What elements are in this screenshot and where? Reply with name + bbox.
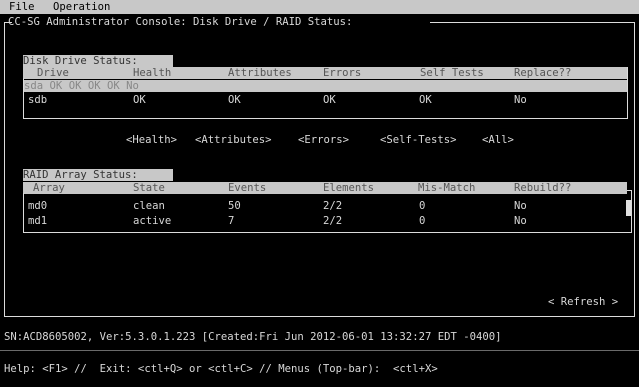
attributes-button[interactable]: <Attributes> (195, 134, 272, 146)
raid-cell-array: md1 (28, 215, 48, 227)
raid-col-rebuild: Rebuild?? (514, 182, 572, 194)
raid-cell-events: 7 (228, 215, 235, 227)
raid-cell-array: md0 (28, 200, 48, 212)
errors-button[interactable]: <Errors> (298, 134, 349, 146)
raid-scrollbar-thumb[interactable] (626, 200, 631, 216)
disk-cell-health: OK (49, 80, 63, 92)
raid-col-elements: Elements (323, 182, 375, 194)
disk-cell-attributes: OK (228, 94, 241, 106)
health-button[interactable]: <Health> (126, 134, 177, 146)
raid-section-title: RAID Array Status: (23, 169, 173, 181)
disk-row-sda[interactable]: sda OK OK OK OK No (24, 80, 627, 92)
disk-col-attributes: Attributes (228, 67, 292, 79)
raid-col-mismatch: Mis-Match (418, 182, 476, 194)
disk-col-drive: Drive (37, 67, 69, 79)
disk-cell-replace: No (126, 80, 139, 92)
status-line: SN:ACD8605002, Ver:5.3.0.1.223 [Created:… (4, 331, 502, 343)
raid-cell-state: clean (133, 200, 165, 212)
raid-cell-events: 50 (228, 200, 241, 212)
console-title: CC-SG Administrator Console: Disk Drive … (8, 16, 353, 28)
disk-col-selftests: Self Tests (420, 67, 484, 79)
raid-cell-rebuild: No (514, 215, 527, 227)
disk-section-title: Disk Drive Status: (23, 55, 173, 67)
menu-file[interactable]: File (9, 1, 35, 13)
raid-header-row: Array State Events Elements Mis-Match Re… (23, 182, 627, 194)
raid-cell-state: active (133, 215, 172, 227)
raid-col-array: Array (33, 182, 65, 194)
disk-cell-selftests: OK (107, 80, 120, 92)
refresh-button[interactable]: < Refresh > (548, 296, 618, 308)
disk-cell-drive: sda (24, 80, 44, 92)
disk-cell-replace: No (514, 94, 527, 106)
raid-cell-mismatch: 0 (419, 215, 426, 227)
disk-cell-errors: OK (87, 80, 101, 92)
self-tests-button[interactable]: <Self-Tests> (380, 134, 457, 146)
raid-row-md1[interactable]: md1 active 7 2/2 0 No (24, 215, 624, 227)
disk-cell-errors: OK (323, 94, 336, 106)
disk-col-errors: Errors (323, 67, 362, 79)
all-button[interactable]: <All> (482, 134, 514, 146)
disk-cell-selftests: OK (419, 94, 432, 106)
raid-cell-elements: 2/2 (323, 200, 343, 212)
raid-col-events: Events (228, 182, 267, 194)
disk-col-replace: Replace?? (514, 67, 572, 79)
disk-cell-health: OK (133, 94, 146, 106)
divider (0, 350, 639, 351)
menu-bar: File Operation (0, 0, 639, 14)
disk-col-health: Health (133, 67, 172, 79)
help-line: Help: <F1> // Exit: <ctl+Q> or <ctl+C> /… (4, 363, 438, 375)
raid-cell-mismatch: 0 (419, 200, 426, 212)
raid-row-md0[interactable]: md0 clean 50 2/2 0 No (24, 200, 624, 212)
disk-header-row: Drive Health Attributes Errors Self Test… (23, 67, 627, 79)
raid-cell-elements: 2/2 (323, 215, 343, 227)
raid-cell-rebuild: No (514, 200, 527, 212)
menu-operation[interactable]: Operation (53, 1, 110, 13)
disk-cell-drive: sdb (28, 94, 48, 106)
disk-row-sdb[interactable]: sdb OK OK OK OK No (24, 94, 627, 106)
raid-col-state: State (133, 182, 165, 194)
disk-cell-attributes: OK (68, 80, 82, 92)
